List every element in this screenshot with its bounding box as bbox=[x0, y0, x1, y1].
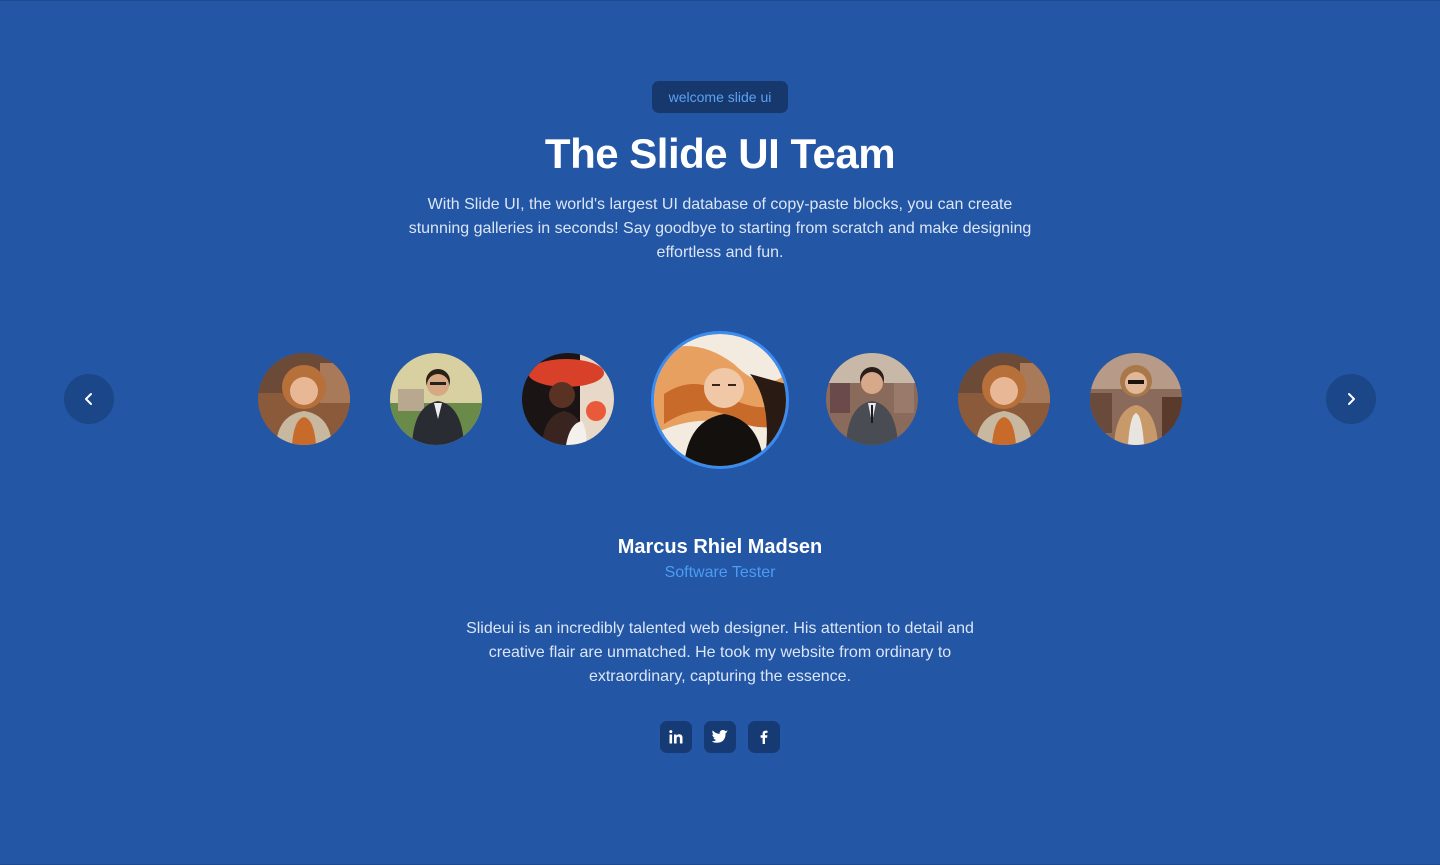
portrait-woman-sunglasses bbox=[1090, 353, 1182, 445]
welcome-badge: welcome slide ui bbox=[652, 81, 788, 113]
top-divider bbox=[0, 0, 1440, 1]
portrait-woman-curly-hair bbox=[958, 353, 1050, 445]
twitter-icon bbox=[711, 730, 728, 743]
carousel-next-button[interactable] bbox=[1326, 374, 1376, 424]
portrait-woman-flowing-hair bbox=[654, 334, 786, 466]
chevron-right-icon bbox=[1348, 393, 1355, 405]
portrait-woman-red-hat bbox=[522, 353, 614, 445]
testimonial-quote: Slideui is an incredibly talented web de… bbox=[466, 620, 974, 685]
carousel-prev-button[interactable] bbox=[64, 374, 114, 424]
avatar-1[interactable] bbox=[258, 353, 350, 445]
facebook-button[interactable] bbox=[748, 721, 780, 753]
avatar-5[interactable] bbox=[826, 353, 918, 445]
avatar-4-active[interactable] bbox=[651, 331, 789, 469]
avatar-7[interactable] bbox=[1090, 353, 1182, 445]
intro-text: With Slide UI, the world's largest UI da… bbox=[408, 196, 1032, 261]
avatar-6[interactable] bbox=[958, 353, 1050, 445]
member-name: Marcus Rhiel Madsen bbox=[617, 536, 823, 558]
page-title: The Slide UI Team bbox=[544, 130, 896, 177]
avatar-2[interactable] bbox=[390, 353, 482, 445]
member-role: Software Tester bbox=[664, 564, 776, 581]
portrait-woman-curly-hair bbox=[258, 353, 350, 445]
chevron-left-icon bbox=[85, 393, 92, 405]
avatar-3[interactable] bbox=[522, 353, 614, 445]
portrait-man-suit-smiling bbox=[826, 353, 918, 445]
linkedin-icon bbox=[669, 730, 683, 744]
linkedin-button[interactable] bbox=[660, 721, 692, 753]
twitter-button[interactable] bbox=[704, 721, 736, 753]
facebook-icon bbox=[760, 730, 768, 744]
portrait-man-suit-glasses bbox=[390, 353, 482, 445]
team-section: welcome slide ui The Slide UI Team With … bbox=[0, 0, 1440, 865]
